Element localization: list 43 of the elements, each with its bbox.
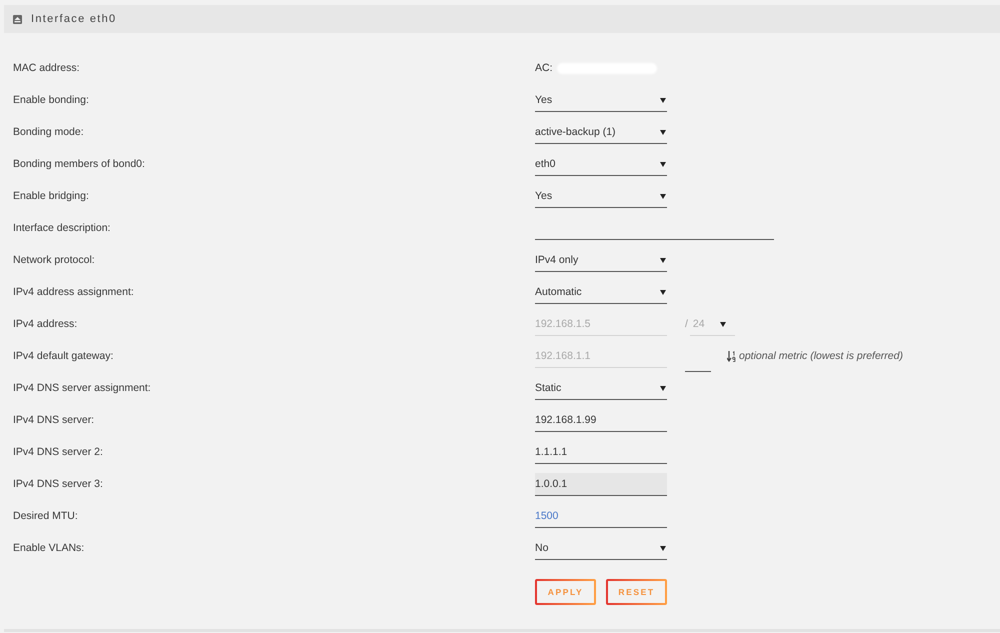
field-label: Bonding members of bond0: — [13, 157, 145, 171]
panel-title: Interface eth0 — [31, 13, 116, 25]
field-label: IPv4 DNS server 3: — [13, 477, 103, 491]
caret-icon — [660, 290, 666, 295]
field-label: Enable bridging: — [13, 189, 89, 203]
caret-icon — [660, 98, 666, 103]
caret-icon — [660, 162, 666, 167]
select-field[interactable]: IPv4 only — [535, 249, 667, 272]
select-field[interactable]: eth0 — [535, 153, 667, 176]
select-field[interactable]: active-backup (1) — [535, 121, 667, 144]
select-field[interactable]: Yes — [535, 185, 667, 208]
select-field[interactable]: No — [535, 537, 667, 560]
field-label: Interface description: — [13, 221, 110, 235]
text-field[interactable]: 1.0.0.1 — [535, 473, 667, 496]
field-label: MAC address: — [13, 61, 80, 75]
caret-icon — [660, 386, 666, 391]
field-label: Network protocol: — [13, 253, 95, 267]
text-field[interactable]: 1500 — [535, 505, 667, 528]
mac-address-value: AC: — [535, 61, 553, 75]
field-label: IPv4 DNS server 2: — [13, 445, 103, 459]
field-label: IPv4 default gateway: — [13, 349, 114, 363]
select-field[interactable]: Static — [535, 377, 667, 400]
caret-icon — [660, 546, 666, 551]
eject-icon — [13, 14, 22, 24]
field-label: Enable bonding: — [13, 93, 89, 107]
caret-icon — [720, 322, 726, 327]
field-label: Desired MTU: — [13, 509, 78, 523]
select-field[interactable]: Automatic — [535, 281, 667, 304]
text-field[interactable]: 192.168.1.99 — [535, 409, 667, 432]
field-label: IPv4 address assignment: — [13, 285, 134, 299]
field-label: Enable VLANs: — [13, 541, 84, 555]
select-field[interactable]: Yes — [535, 89, 667, 112]
field-label: IPv4 address: — [13, 317, 78, 331]
prefix-separator: / — [685, 317, 688, 331]
text-field[interactable]: 1.1.1.1 — [535, 441, 667, 464]
caret-icon — [660, 194, 666, 199]
field-label: IPv4 DNS server: — [13, 413, 94, 427]
field-label: Bonding mode: — [13, 125, 84, 139]
sort-down-icon — [727, 350, 736, 362]
field-label: IPv4 DNS server assignment: — [13, 381, 151, 395]
caret-icon — [660, 130, 666, 135]
caret-icon — [660, 258, 666, 263]
metric-hint: optional metric (lowest is preferred) — [739, 349, 903, 363]
